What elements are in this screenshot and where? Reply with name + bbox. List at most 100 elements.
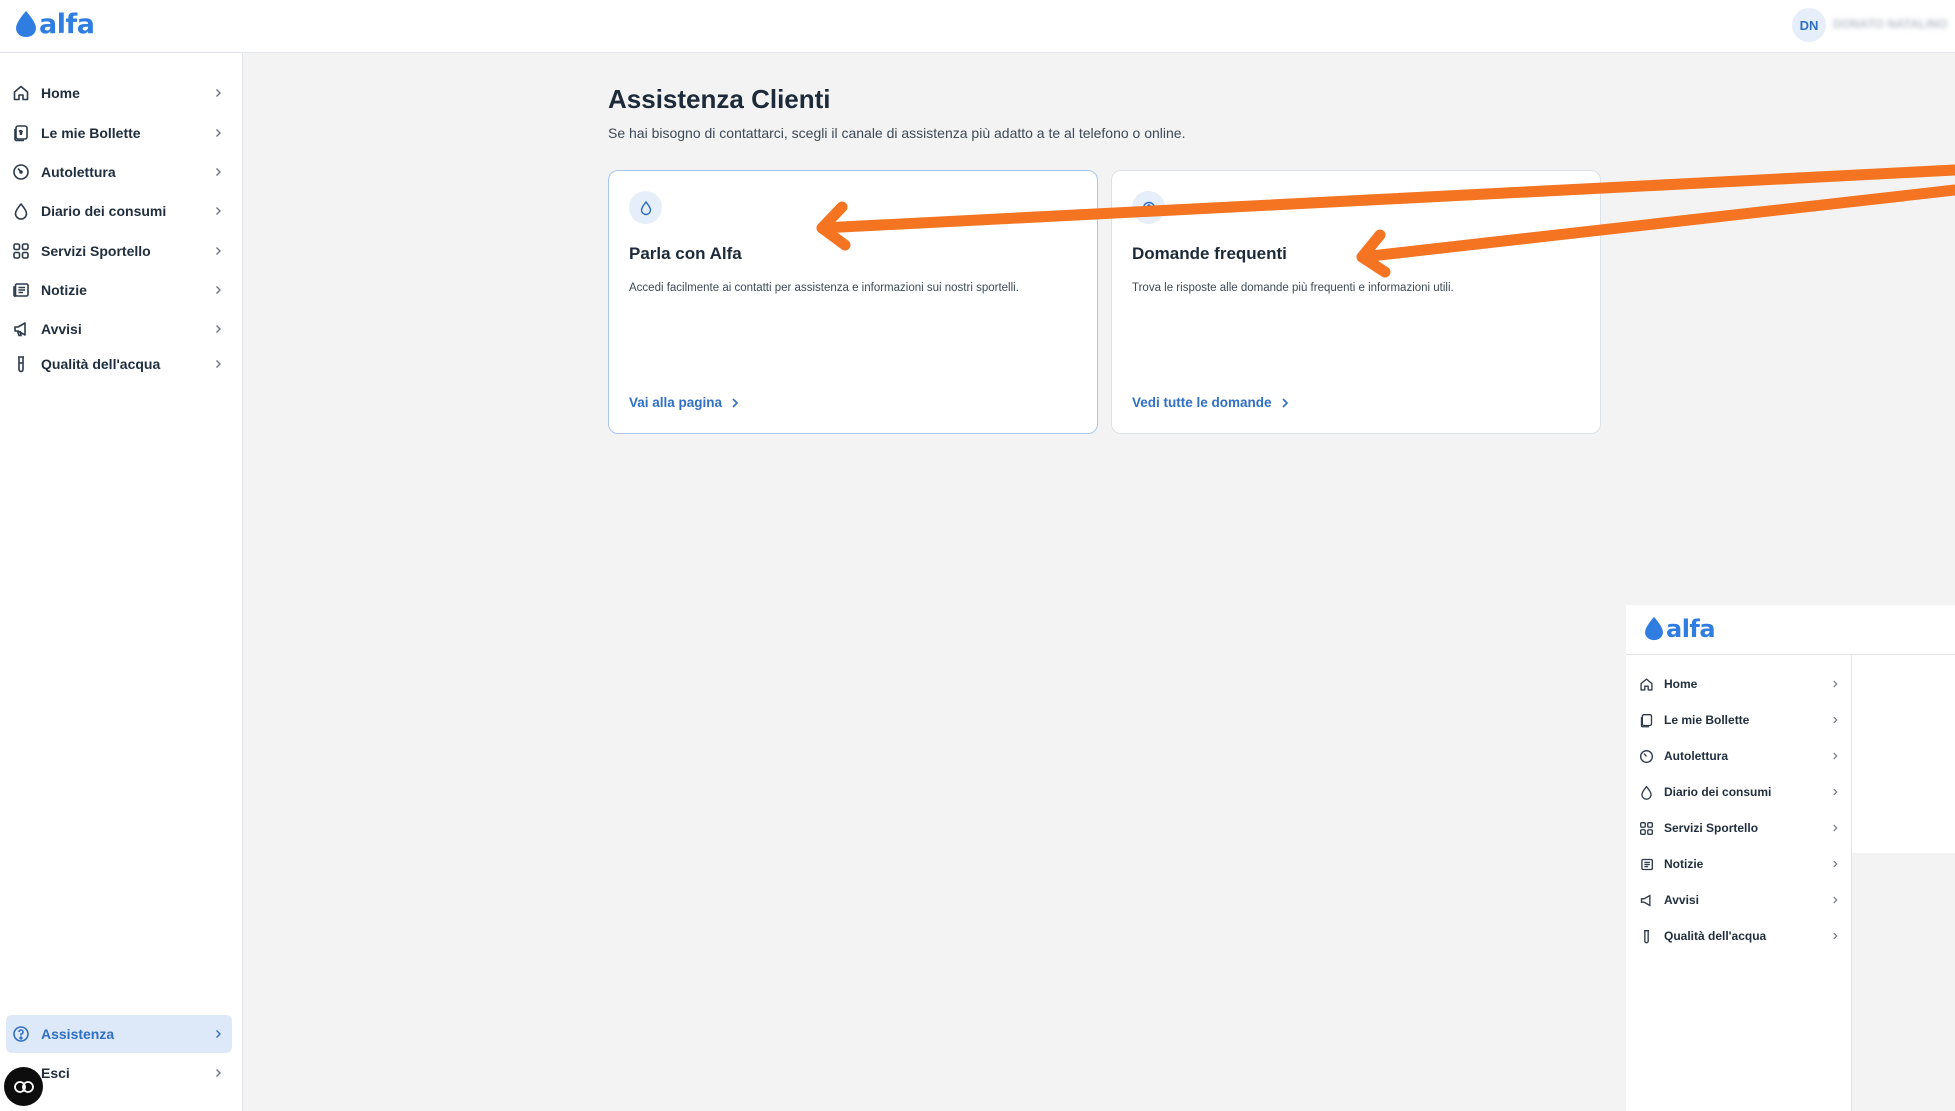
alfa-logo: alfa	[1643, 615, 1716, 643]
drop-icon	[11, 201, 31, 221]
megaphone-icon	[1638, 892, 1655, 909]
sidebar-item-qualita-acqua[interactable]: Qualità dell'acqua	[6, 345, 232, 383]
sidebar-item-label: Home	[1664, 677, 1698, 691]
bill-icon	[1638, 712, 1655, 729]
cc-icon	[13, 1080, 34, 1093]
closed-captions-button[interactable]	[4, 1067, 43, 1106]
page-subtitle: Se hai bisogno di contattarci, scegli il…	[608, 125, 1186, 141]
chevron-right-icon	[216, 1030, 221, 1038]
sidebar-item-bollette[interactable]: Le mie Bollette	[6, 114, 232, 152]
water-drop-logo-icon	[16, 11, 36, 37]
sidebar-item-label: Qualità dell'acqua	[1664, 929, 1767, 943]
sidebar-item-bollette: Le mie Bollette	[1634, 705, 1844, 735]
sidebar-item-label: Assistenza	[41, 1026, 115, 1042]
chevron-right-icon	[1833, 680, 1838, 688]
vai-alla-pagina-link[interactable]: Vai alla pagina	[629, 395, 740, 410]
sidebar-item-avvisi[interactable]: Avvisi	[6, 310, 232, 348]
inset-sidebar-preview: alfa Home Le mie Bollette Autolettura Di…	[1626, 605, 1955, 1111]
chevron-right-icon	[1833, 788, 1838, 796]
inset-top-bar: alfa	[1626, 605, 1955, 655]
sidebar-item-label: Diario dei consumi	[1664, 785, 1772, 799]
sidebar-item-avvisi: Avvisi	[1634, 885, 1844, 915]
user-avatar[interactable]: DN	[1792, 8, 1826, 42]
logo-text: alfa	[39, 9, 95, 40]
card-parla-con-alfa[interactable]: Parla con Alfa Accedi facilmente ai cont…	[608, 170, 1098, 434]
card-title: Parla con Alfa	[629, 244, 742, 263]
meter-icon	[11, 162, 31, 182]
sidebar-item-autolettura: Autolettura	[1634, 741, 1844, 771]
sidebar-item-notizie[interactable]: Notizie	[6, 271, 232, 309]
card-title: Domande frequenti	[1132, 244, 1287, 263]
sidebar-item-label: Servizi Sportello	[41, 243, 151, 259]
drop-icon	[629, 191, 662, 224]
chevron-right-icon	[1833, 896, 1838, 904]
sidebar-item-assistenza[interactable]: Assistenza	[6, 1015, 232, 1053]
chevron-right-icon	[1833, 932, 1838, 940]
link-label: Vai alla pagina	[629, 395, 723, 410]
chevron-right-icon	[1833, 824, 1838, 832]
sidebar-item-notizie: Notizie	[1634, 849, 1844, 879]
sidebar-item-home[interactable]: Home	[6, 74, 232, 112]
grid-icon	[11, 241, 31, 261]
water-drop-logo-icon	[1645, 616, 1663, 641]
home-icon	[11, 83, 31, 103]
chevron-right-icon	[1833, 752, 1838, 760]
sidebar-item-label: Qualità dell'acqua	[41, 356, 161, 372]
chevron-right-icon	[732, 397, 739, 408]
chevron-right-icon	[216, 207, 221, 215]
sidebar-item-label: Le mie Bollette	[1664, 713, 1750, 727]
meter-icon	[1638, 748, 1655, 765]
logo-text: alfa	[1666, 615, 1716, 643]
newspaper-icon	[11, 280, 31, 300]
sidebar-item-label: Notizie	[41, 282, 87, 298]
grid-icon	[1638, 820, 1655, 837]
sidebar-item-servizi-sportello[interactable]: Servizi Sportello	[6, 232, 232, 270]
newspaper-icon	[1638, 856, 1655, 873]
sidebar-item-label: Servizi Sportello	[1664, 821, 1759, 835]
sidebar-item-diario-consumi[interactable]: Diario dei consumi	[6, 192, 232, 230]
link-label: Vedi tutte le domande	[1132, 395, 1272, 410]
chevron-right-icon	[1833, 716, 1838, 724]
chevron-right-icon	[1833, 860, 1838, 868]
card-description: Trova le risposte alle domande più frequ…	[1132, 282, 1454, 294]
card-description: Accedi facilmente ai contatti per assist…	[629, 282, 1019, 294]
chevron-right-icon	[216, 286, 221, 294]
sidebar-item-home: Home	[1634, 669, 1844, 699]
sidebar-item-servizi-sportello: Servizi Sportello	[1634, 813, 1844, 843]
user-name[interactable]: DONATO NATALINO	[1833, 17, 1947, 31]
page-title: Assistenza Clienti	[608, 84, 831, 114]
bill-icon	[11, 123, 31, 143]
alfa-logo[interactable]: alfa	[14, 9, 95, 40]
sidebar-item-label: Avvisi	[41, 321, 82, 337]
chevron-right-icon	[216, 89, 221, 97]
inset-content-area	[1852, 655, 1955, 853]
top-bar: alfa DN DONATO NATALINO	[0, 0, 1955, 53]
chevron-right-icon	[216, 1069, 221, 1077]
card-domande-frequenti[interactable]: Domande frequenti Trova le risposte alle…	[1111, 170, 1601, 434]
inset-sidebar: Home Le mie Bollette Autolettura Diario …	[1626, 655, 1852, 1111]
sidebar-item-autolettura[interactable]: Autolettura	[6, 153, 232, 191]
chevron-right-icon	[216, 129, 221, 137]
help-icon	[11, 1024, 31, 1044]
sidebar-item-label: Avvisi	[1664, 893, 1699, 907]
sidebar: Home Le mie Bollette Autolettura Diario …	[0, 53, 243, 1111]
sidebar-item-label: Esci	[41, 1065, 70, 1081]
chevron-right-icon	[216, 168, 221, 176]
chevron-right-icon	[216, 325, 221, 333]
sidebar-item-label: Notizie	[1664, 857, 1704, 871]
chevron-right-icon	[1281, 397, 1288, 408]
megaphone-icon	[11, 319, 31, 339]
sidebar-item-label: Autolettura	[41, 164, 116, 180]
faq-icon	[1132, 191, 1165, 224]
chevron-right-icon	[216, 247, 221, 255]
sidebar-item-label: Home	[41, 85, 80, 101]
home-icon	[1638, 676, 1655, 693]
drop-icon	[1638, 784, 1655, 801]
vedi-tutte-domande-link[interactable]: Vedi tutte le domande	[1132, 395, 1290, 410]
sidebar-item-label: Le mie Bollette	[41, 125, 141, 141]
test-tube-icon	[11, 354, 31, 374]
sidebar-item-qualita-acqua: Qualità dell'acqua	[1634, 921, 1844, 951]
test-tube-icon	[1638, 928, 1655, 945]
sidebar-item-label: Autolettura	[1664, 749, 1728, 763]
sidebar-item-label: Diario dei consumi	[41, 203, 167, 219]
